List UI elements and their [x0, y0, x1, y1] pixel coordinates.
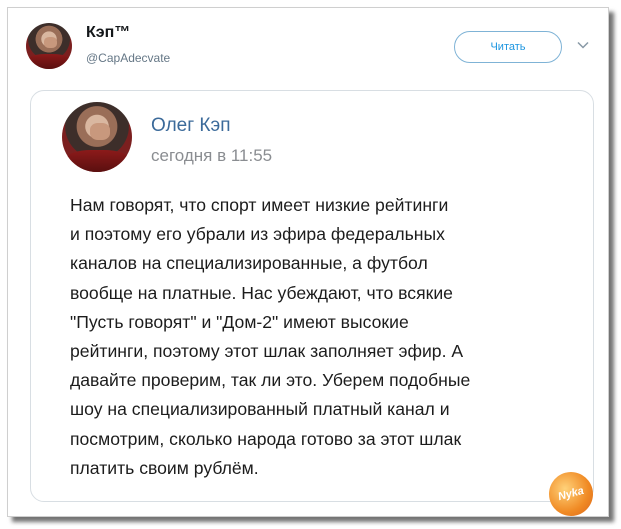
avatar-hand: [90, 123, 110, 140]
author-name[interactable]: Кэп™: [86, 24, 130, 42]
avatar-uniform: [65, 149, 129, 172]
avatar-hand: [44, 36, 58, 48]
tweet-screenshot-frame: Кэп™ @CapAdecvate Читать Олег Кэп сегодн…: [7, 7, 609, 521]
avatar-uniform: [28, 54, 70, 69]
tweet-header: Кэп™ @CapAdecvate Читать: [8, 8, 608, 78]
author-avatar[interactable]: [26, 23, 72, 69]
quoted-author-name[interactable]: Олег Кэп: [151, 115, 230, 137]
chevron-down-icon[interactable]: [576, 38, 590, 52]
quoted-author-avatar[interactable]: [62, 102, 132, 172]
quoted-post-timestamp: сегодня в 11:55: [151, 146, 273, 165]
quoted-post-text: Нам говорят, что спорт имеет низкие рейт…: [70, 195, 471, 478]
follow-button[interactable]: Читать: [454, 31, 562, 63]
quoted-post-card[interactable]: Олег Кэп сегодня в 11:55 Нам говорят, чт…: [30, 90, 594, 502]
author-handle[interactable]: @CapAdecvate: [86, 51, 170, 65]
